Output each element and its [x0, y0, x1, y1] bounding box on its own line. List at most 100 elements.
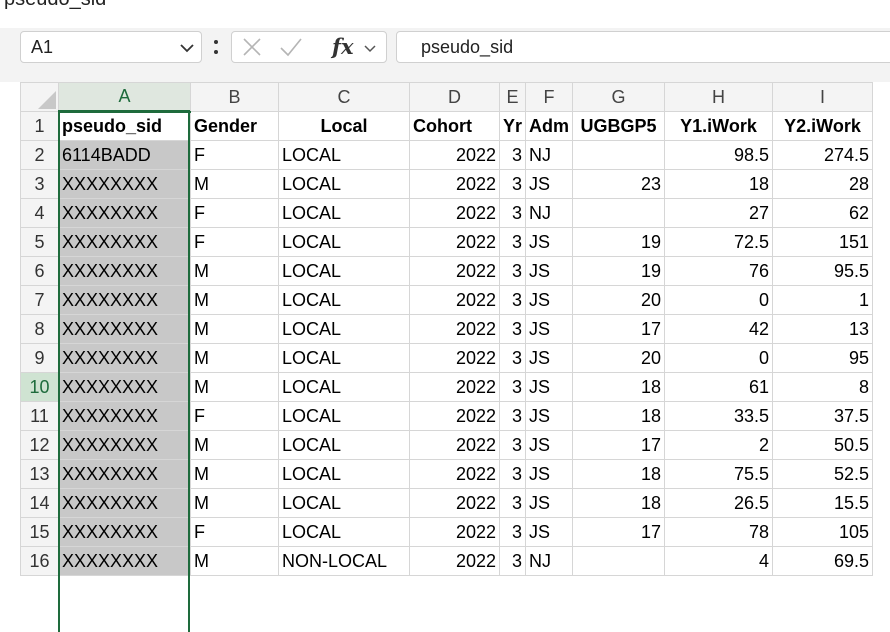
- cell[interactable]: XXXXXXXX: [58, 459, 191, 489]
- cell[interactable]: 3: [498, 227, 527, 257]
- cell[interactable]: XXXXXXXX: [58, 256, 191, 286]
- cell[interactable]: 98.5: [664, 140, 774, 170]
- cell[interactable]: XXXXXXXX: [58, 546, 191, 576]
- cell[interactable]: 6114BADD: [58, 140, 191, 170]
- cell[interactable]: 15.5: [772, 488, 874, 518]
- cell[interactable]: 3: [498, 314, 527, 344]
- cell[interactable]: 2022: [409, 401, 500, 431]
- cell[interactable]: 2022: [409, 517, 500, 547]
- cell[interactable]: JS: [525, 430, 574, 460]
- header-cell[interactable]: Y1.iWork: [664, 111, 774, 141]
- cell[interactable]: 3: [498, 256, 527, 286]
- cell[interactable]: 2022: [409, 488, 500, 518]
- cell[interactable]: 3: [498, 430, 527, 460]
- cell[interactable]: M: [190, 285, 279, 315]
- cell[interactable]: JS: [525, 459, 574, 489]
- header-cell[interactable]: pseudo_sid: [58, 111, 191, 141]
- column-header-i[interactable]: I: [772, 82, 874, 112]
- select-all-corner[interactable]: [20, 82, 59, 112]
- cell[interactable]: 3: [498, 198, 527, 228]
- cell[interactable]: LOCAL: [278, 198, 410, 228]
- cell[interactable]: 3: [498, 546, 527, 576]
- cell[interactable]: JS: [525, 517, 574, 547]
- row-header[interactable]: 5: [20, 227, 59, 257]
- cell[interactable]: 3: [498, 459, 527, 489]
- cell[interactable]: 2022: [409, 546, 500, 576]
- cell[interactable]: LOCAL: [278, 169, 410, 199]
- cell[interactable]: NJ: [525, 198, 574, 228]
- cell[interactable]: JS: [525, 227, 574, 257]
- cell[interactable]: [572, 140, 666, 170]
- cell[interactable]: M: [190, 430, 279, 460]
- cell[interactable]: JS: [525, 285, 574, 315]
- cell[interactable]: 2022: [409, 430, 500, 460]
- row-header[interactable]: 4: [20, 198, 59, 228]
- cell[interactable]: 2022: [409, 256, 500, 286]
- cell[interactable]: 78: [664, 517, 774, 547]
- cell[interactable]: 23: [572, 169, 666, 199]
- cell[interactable]: 105: [772, 517, 874, 547]
- cell[interactable]: NON-LOCAL: [278, 546, 410, 576]
- row-header[interactable]: 3: [20, 169, 59, 199]
- cell[interactable]: M: [190, 372, 279, 402]
- name-box[interactable]: A1: [20, 31, 202, 63]
- cell[interactable]: XXXXXXXX: [58, 227, 191, 257]
- column-header-h[interactable]: H: [664, 82, 774, 112]
- cell[interactable]: 2022: [409, 140, 500, 170]
- cell[interactable]: 19: [572, 256, 666, 286]
- cell[interactable]: [572, 198, 666, 228]
- cancel-icon[interactable]: [240, 35, 264, 64]
- cell[interactable]: 2022: [409, 343, 500, 373]
- cell[interactable]: LOCAL: [278, 401, 410, 431]
- cell[interactable]: 0: [664, 343, 774, 373]
- row-header[interactable]: 9: [20, 343, 59, 373]
- row-header[interactable]: 10: [20, 372, 59, 402]
- cell[interactable]: 2022: [409, 169, 500, 199]
- header-cell[interactable]: Y2.iWork: [772, 111, 874, 141]
- row-header[interactable]: 7: [20, 285, 59, 315]
- cell[interactable]: LOCAL: [278, 430, 410, 460]
- header-cell[interactable]: Gender: [190, 111, 279, 141]
- cell[interactable]: LOCAL: [278, 343, 410, 373]
- cell[interactable]: JS: [525, 488, 574, 518]
- cell[interactable]: 2: [664, 430, 774, 460]
- cell[interactable]: 27: [664, 198, 774, 228]
- cell[interactable]: 33.5: [664, 401, 774, 431]
- cell[interactable]: 2022: [409, 227, 500, 257]
- cell[interactable]: 95.5: [772, 256, 874, 286]
- cell[interactable]: 8: [772, 372, 874, 402]
- cell[interactable]: M: [190, 256, 279, 286]
- cell[interactable]: XXXXXXXX: [58, 372, 191, 402]
- cell[interactable]: 62: [772, 198, 874, 228]
- cell[interactable]: M: [190, 546, 279, 576]
- cell[interactable]: M: [190, 343, 279, 373]
- cell[interactable]: [572, 546, 666, 576]
- column-header-d[interactable]: D: [409, 82, 500, 112]
- row-header[interactable]: 11: [20, 401, 59, 431]
- cell[interactable]: LOCAL: [278, 372, 410, 402]
- cell[interactable]: 17: [572, 517, 666, 547]
- cell[interactable]: 50.5: [772, 430, 874, 460]
- cell[interactable]: F: [190, 401, 279, 431]
- cell[interactable]: 95: [772, 343, 874, 373]
- cell[interactable]: 4: [664, 546, 774, 576]
- cell[interactable]: F: [190, 198, 279, 228]
- row-header[interactable]: 14: [20, 488, 59, 518]
- cell[interactable]: 3: [498, 488, 527, 518]
- confirm-icon[interactable]: [278, 35, 304, 64]
- cell[interactable]: LOCAL: [278, 314, 410, 344]
- cell[interactable]: 3: [498, 372, 527, 402]
- cell[interactable]: 20: [572, 285, 666, 315]
- cell[interactable]: 19: [572, 227, 666, 257]
- header-cell[interactable]: Adm: [525, 111, 574, 141]
- row-header[interactable]: 16: [20, 546, 59, 576]
- cell[interactable]: 18: [664, 169, 774, 199]
- cell[interactable]: LOCAL: [278, 459, 410, 489]
- row-header[interactable]: 12: [20, 430, 59, 460]
- cell[interactable]: XXXXXXXX: [58, 169, 191, 199]
- cell[interactable]: NJ: [525, 546, 574, 576]
- row-header[interactable]: 6: [20, 256, 59, 286]
- cell[interactable]: M: [190, 314, 279, 344]
- cell[interactable]: 52.5: [772, 459, 874, 489]
- column-header-e[interactable]: E: [498, 82, 527, 112]
